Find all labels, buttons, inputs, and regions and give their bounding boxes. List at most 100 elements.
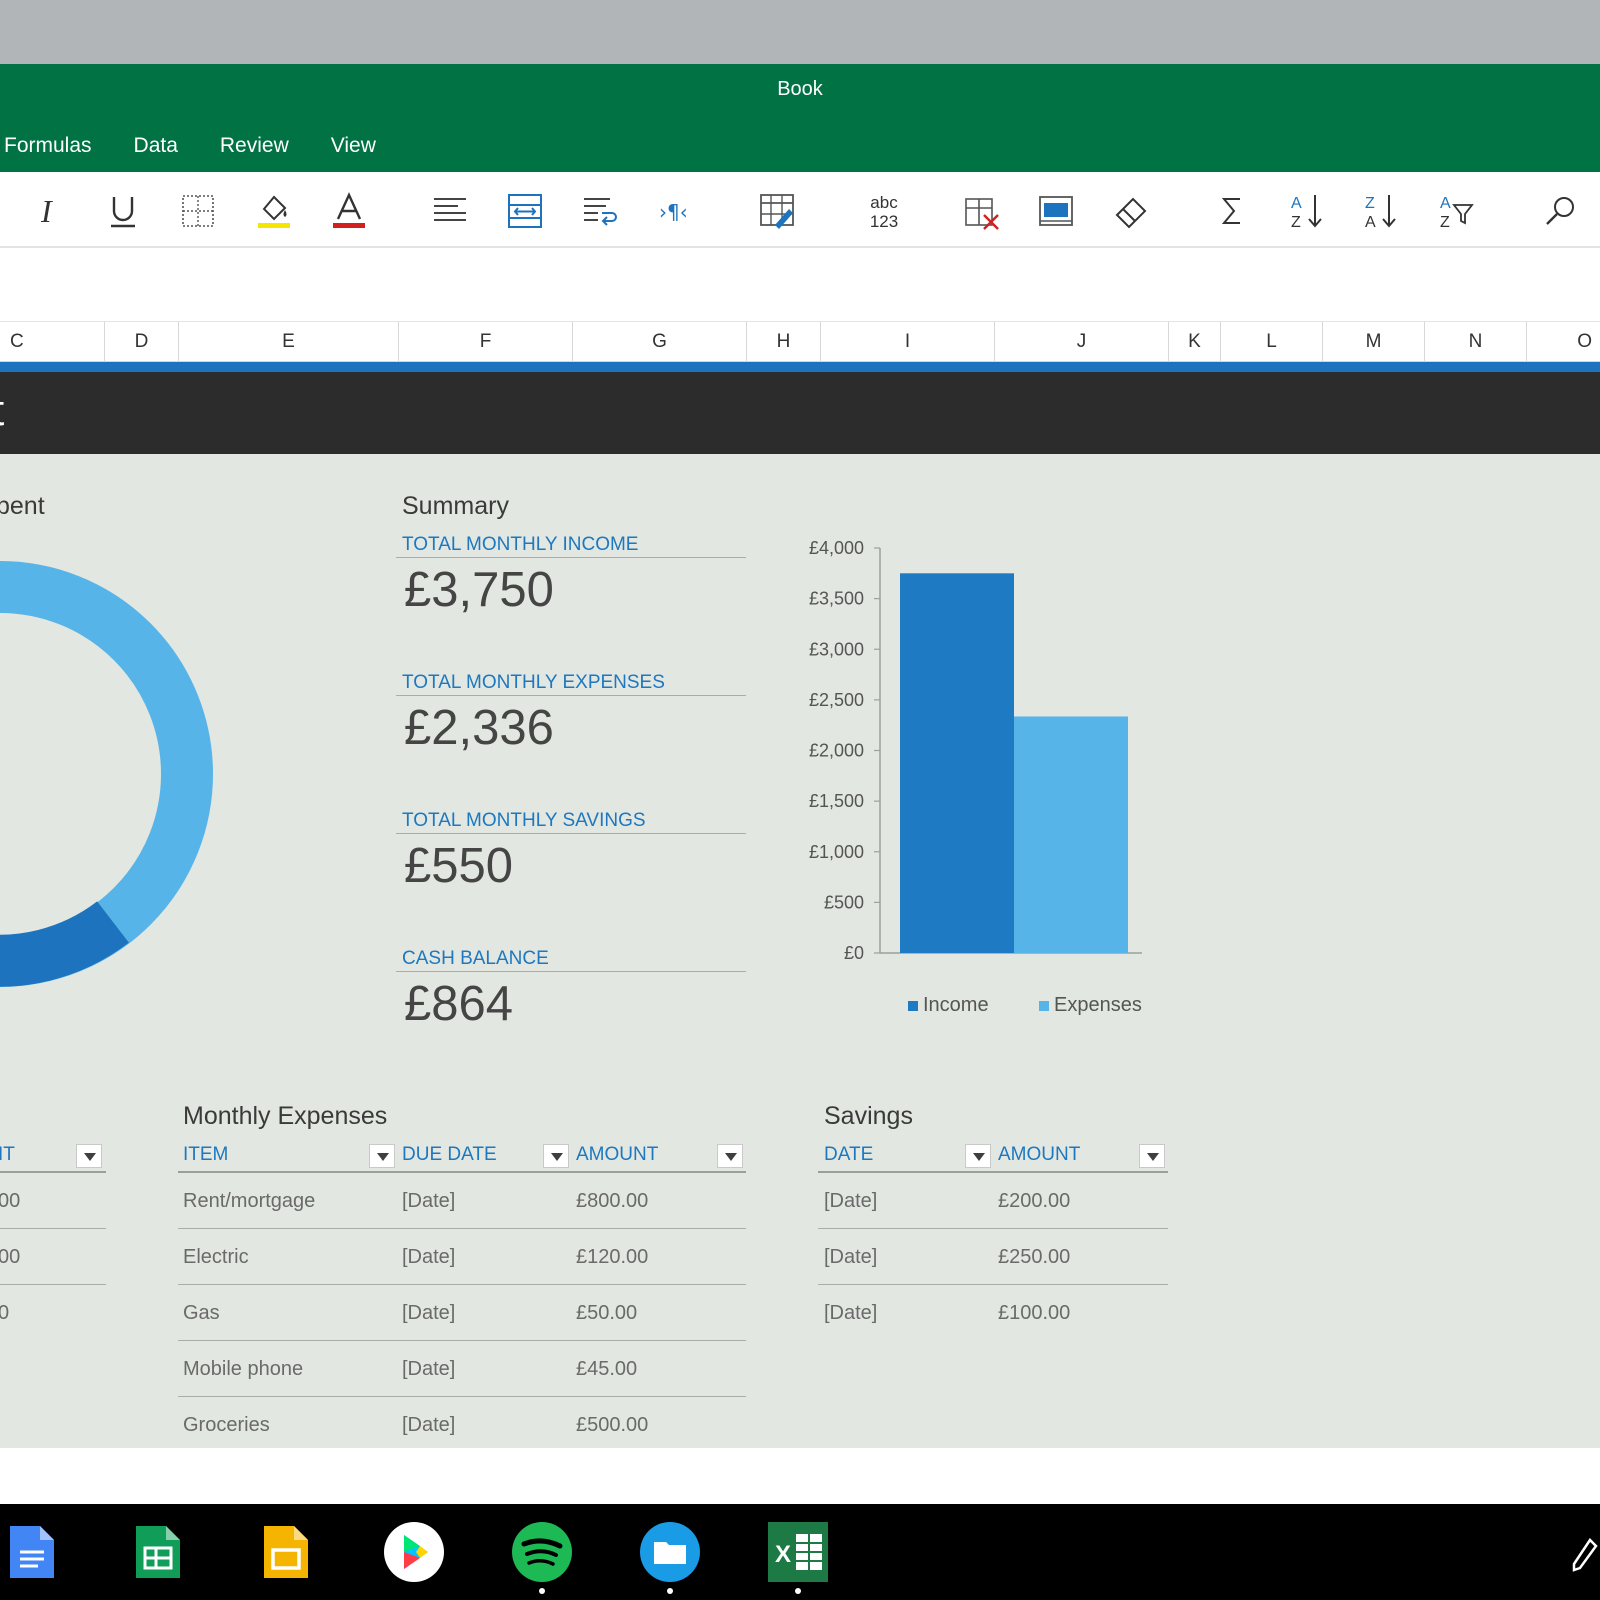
wrap-text-button[interactable] xyxy=(578,190,622,232)
expense-amount-cell[interactable]: £45.00 xyxy=(576,1358,637,1381)
column-header-k[interactable]: K xyxy=(1168,322,1220,362)
income-expenses-bar-chart[interactable]: £0 £500 £1,000 £1,500 £2,000 £2,500 £3,000 £3,5… xyxy=(800,540,1180,1060)
column-header-g[interactable]: G xyxy=(572,322,746,362)
expenses-due-date-filter-dropdown[interactable] xyxy=(543,1144,569,1168)
tab-data[interactable]: Data xyxy=(130,126,198,166)
number-format-button[interactable]: abc 123 xyxy=(856,190,912,232)
tab-review[interactable]: Review xyxy=(216,126,309,166)
divider xyxy=(0,1228,106,1229)
legend-swatch-expenses xyxy=(1039,1001,1049,1011)
ribbon-tabs: Formulas Data Review View xyxy=(0,126,414,166)
fill-color-button[interactable] xyxy=(252,190,296,232)
search-button[interactable] xyxy=(1539,190,1583,232)
excel-app[interactable]: X xyxy=(766,1520,830,1584)
column-header-f[interactable]: F xyxy=(398,322,572,362)
savings-amount-filter-dropdown[interactable] xyxy=(1139,1144,1165,1168)
formula-bar[interactable] xyxy=(0,250,1600,322)
bar-expenses xyxy=(1014,716,1128,953)
expense-amount-cell[interactable]: £50.00 xyxy=(576,1302,637,1325)
format-as-table-icon xyxy=(760,194,794,229)
svg-text:A: A xyxy=(1440,195,1451,212)
underline-button[interactable] xyxy=(101,190,145,232)
expenses-item-filter-dropdown[interactable] xyxy=(369,1144,395,1168)
font-color-button[interactable] xyxy=(327,190,371,232)
left-table-cell[interactable]: 00 xyxy=(0,1190,20,1213)
play-store-icon xyxy=(384,1522,444,1582)
clear-button[interactable] xyxy=(1109,190,1153,232)
svg-text:I: I xyxy=(40,193,53,229)
title-bar: Book Formulas Data Review View xyxy=(0,64,1600,172)
divider xyxy=(178,1396,746,1397)
donut-chart: % xyxy=(0,561,213,987)
expense-item-cell[interactable]: Gas xyxy=(183,1302,220,1325)
format-as-table-button[interactable] xyxy=(755,190,799,232)
savings-date-filter-dropdown[interactable] xyxy=(965,1144,991,1168)
files-app[interactable] xyxy=(638,1520,702,1584)
savings-amount-cell[interactable]: £200.00 xyxy=(998,1190,1070,1213)
column-header-l[interactable]: L xyxy=(1220,322,1322,362)
expense-item-cell[interactable]: Rent/mortgage xyxy=(183,1190,315,1213)
italic-button[interactable]: I xyxy=(26,190,70,232)
borders-button[interactable] xyxy=(176,190,220,232)
play-store-app[interactable] xyxy=(382,1520,446,1584)
savings-date-cell[interactable]: [Date] xyxy=(824,1246,877,1269)
wrap-text-icon xyxy=(584,198,617,226)
left-table-cell[interactable]: 00 xyxy=(0,1246,20,1269)
align-left-button[interactable] xyxy=(428,190,472,232)
expense-date-cell[interactable]: [Date] xyxy=(402,1414,455,1437)
y-tick-label: £500 xyxy=(824,892,864,912)
text-direction-button[interactable]: ›¶‹ xyxy=(653,190,697,232)
tab-view[interactable]: View xyxy=(327,126,396,166)
expense-item-cell[interactable]: Groceries xyxy=(183,1414,270,1437)
expense-amount-cell[interactable]: £120.00 xyxy=(576,1246,648,1269)
expense-item-cell[interactable]: Mobile phone xyxy=(183,1358,303,1381)
tab-formulas[interactable]: Formulas xyxy=(0,126,112,166)
delete-cells-button[interactable] xyxy=(960,190,1004,232)
ribbon-toolbar: I ›¶‹ abc 123 A Z Z A A Z xyxy=(0,172,1600,248)
merge-center-button[interactable] xyxy=(503,190,547,232)
savings-date-cell[interactable]: [Date] xyxy=(824,1190,877,1213)
freeze-panes-button[interactable] xyxy=(1034,190,1078,232)
divider xyxy=(178,1171,746,1173)
expense-item-cell[interactable]: Electric xyxy=(183,1246,249,1269)
y-tick-label: £1,500 xyxy=(809,791,864,811)
column-header-j[interactable]: J xyxy=(994,322,1168,362)
savings-amount-cell[interactable]: £250.00 xyxy=(998,1246,1070,1269)
svg-text:A: A xyxy=(1365,214,1376,231)
expense-amount-cell[interactable]: £800.00 xyxy=(576,1190,648,1213)
column-header-o[interactable]: O xyxy=(1526,322,1600,362)
stylus-tools-button[interactable] xyxy=(1570,1520,1600,1584)
column-header-d[interactable]: D xyxy=(104,322,178,362)
google-sheets-app[interactable] xyxy=(126,1520,190,1584)
column-header-h[interactable]: H xyxy=(746,322,820,362)
sheet-footer-area xyxy=(0,1448,1600,1504)
summary-label-expenses: TOTAL MONTHLY EXPENSES xyxy=(402,672,665,693)
column-header-n[interactable]: N xyxy=(1424,322,1526,362)
savings-date-cell[interactable]: [Date] xyxy=(824,1302,877,1325)
expense-amount-cell[interactable]: £500.00 xyxy=(576,1414,648,1437)
stylus-icon xyxy=(1572,1538,1598,1572)
left-table-cell[interactable]: 0 xyxy=(0,1302,9,1325)
filter-button[interactable]: AZ xyxy=(1434,190,1478,232)
column-header-c[interactable]: C xyxy=(0,322,104,362)
expenses-amount-filter-dropdown[interactable] xyxy=(717,1144,743,1168)
column-header-m[interactable]: M xyxy=(1322,322,1424,362)
divider xyxy=(396,695,746,696)
google-docs-app[interactable] xyxy=(0,1520,64,1584)
column-header-i[interactable]: I xyxy=(820,322,994,362)
expenses-header-amount: AMOUNT xyxy=(576,1144,659,1165)
spotify-app[interactable] xyxy=(510,1520,574,1584)
sort-ascending-button[interactable]: AZ xyxy=(1285,190,1329,232)
savings-amount-cell[interactable]: £100.00 xyxy=(998,1302,1070,1325)
expense-date-cell[interactable]: [Date] xyxy=(402,1358,455,1381)
files-icon xyxy=(640,1522,700,1582)
expense-date-cell[interactable]: [Date] xyxy=(402,1302,455,1325)
expense-date-cell[interactable]: [Date] xyxy=(402,1190,455,1213)
expense-date-cell[interactable]: [Date] xyxy=(402,1246,455,1269)
left-table-filter-dropdown[interactable] xyxy=(76,1144,102,1168)
monthly-expenses-title: Monthly Expenses xyxy=(183,1102,388,1130)
sort-descending-button[interactable]: ZA xyxy=(1359,190,1403,232)
google-slides-app[interactable] xyxy=(254,1520,318,1584)
autosum-button[interactable] xyxy=(1210,190,1254,232)
column-header-e[interactable]: E xyxy=(178,322,398,362)
